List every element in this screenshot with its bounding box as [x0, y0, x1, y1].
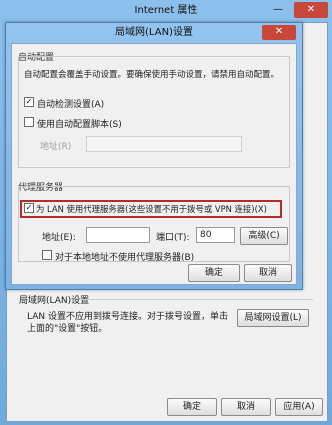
- advanced-button[interactable]: 高级(C): [240, 227, 288, 245]
- use-proxy-label: 为 LAN 使用代理服务器(这些设置不用于拨号或 VPN 连接)(X): [36, 204, 267, 214]
- bypass-local-label: 对于本地地址不使用代理服务器(B): [55, 253, 195, 263]
- dialog-title: 局域网(LAN)设置: [115, 27, 193, 38]
- close-button[interactable]: ✕: [294, 2, 328, 18]
- auto-config-description: 自动配置会覆盖手动设置。要确保使用手动设置，请禁用自动配置。: [24, 70, 280, 80]
- dialog-client-area: 自动配置 自动配置会覆盖手动设置。要确保使用手动设置，请禁用自动配置。 ✓ 自动…: [11, 43, 297, 285]
- bypass-local-checkbox[interactable]: [42, 250, 52, 260]
- proxy-port-input[interactable]: 80: [196, 227, 235, 243]
- checkmark-icon: ✓: [25, 97, 33, 106]
- lan-settings-dialog: 局域网(LAN)设置 ✕ 自动配置 自动配置会覆盖手动设置。要确保使用手动设置，…: [5, 22, 303, 290]
- script-address-label: 地址(R): [40, 142, 72, 152]
- checkmark-icon: ✓: [25, 203, 33, 212]
- dialog-ok-button[interactable]: 确定: [188, 264, 240, 282]
- lan-description-line2: 上面的"设置"按钮。: [27, 324, 108, 334]
- auto-detect-checkbox[interactable]: ✓: [24, 97, 34, 107]
- apply-button[interactable]: 应用(A): [275, 398, 323, 416]
- lan-settings-section: 局域网(LAN)设置 LAN 设置不应用到拨号连接。对于拨号设置，单击 上面的"…: [15, 293, 315, 363]
- minimize-button[interactable]: —: [266, 2, 290, 18]
- proxy-address-label: 地址(E):: [42, 233, 76, 243]
- lan-section-title: 局域网(LAN)设置: [19, 296, 90, 306]
- use-script-label: 使用自动配置脚本(S): [37, 120, 122, 130]
- script-address-input[interactable]: [86, 136, 242, 152]
- outer-cancel-button[interactable]: 取消: [221, 398, 271, 416]
- proxy-port-label: 端口(T):: [156, 233, 190, 243]
- section-divider: [81, 299, 313, 300]
- outer-ok-button[interactable]: 确定: [167, 398, 217, 416]
- dialog-cancel-button[interactable]: 取消: [244, 264, 292, 282]
- auto-detect-label: 自动检测设置(A): [37, 100, 105, 110]
- lan-settings-button[interactable]: 局域网设置(L): [237, 309, 309, 327]
- proxy-address-input[interactable]: [86, 227, 150, 243]
- use-script-checkbox[interactable]: [24, 117, 34, 127]
- dialog-close-button[interactable]: ✕: [262, 25, 296, 40]
- use-proxy-checkbox[interactable]: ✓: [24, 203, 34, 213]
